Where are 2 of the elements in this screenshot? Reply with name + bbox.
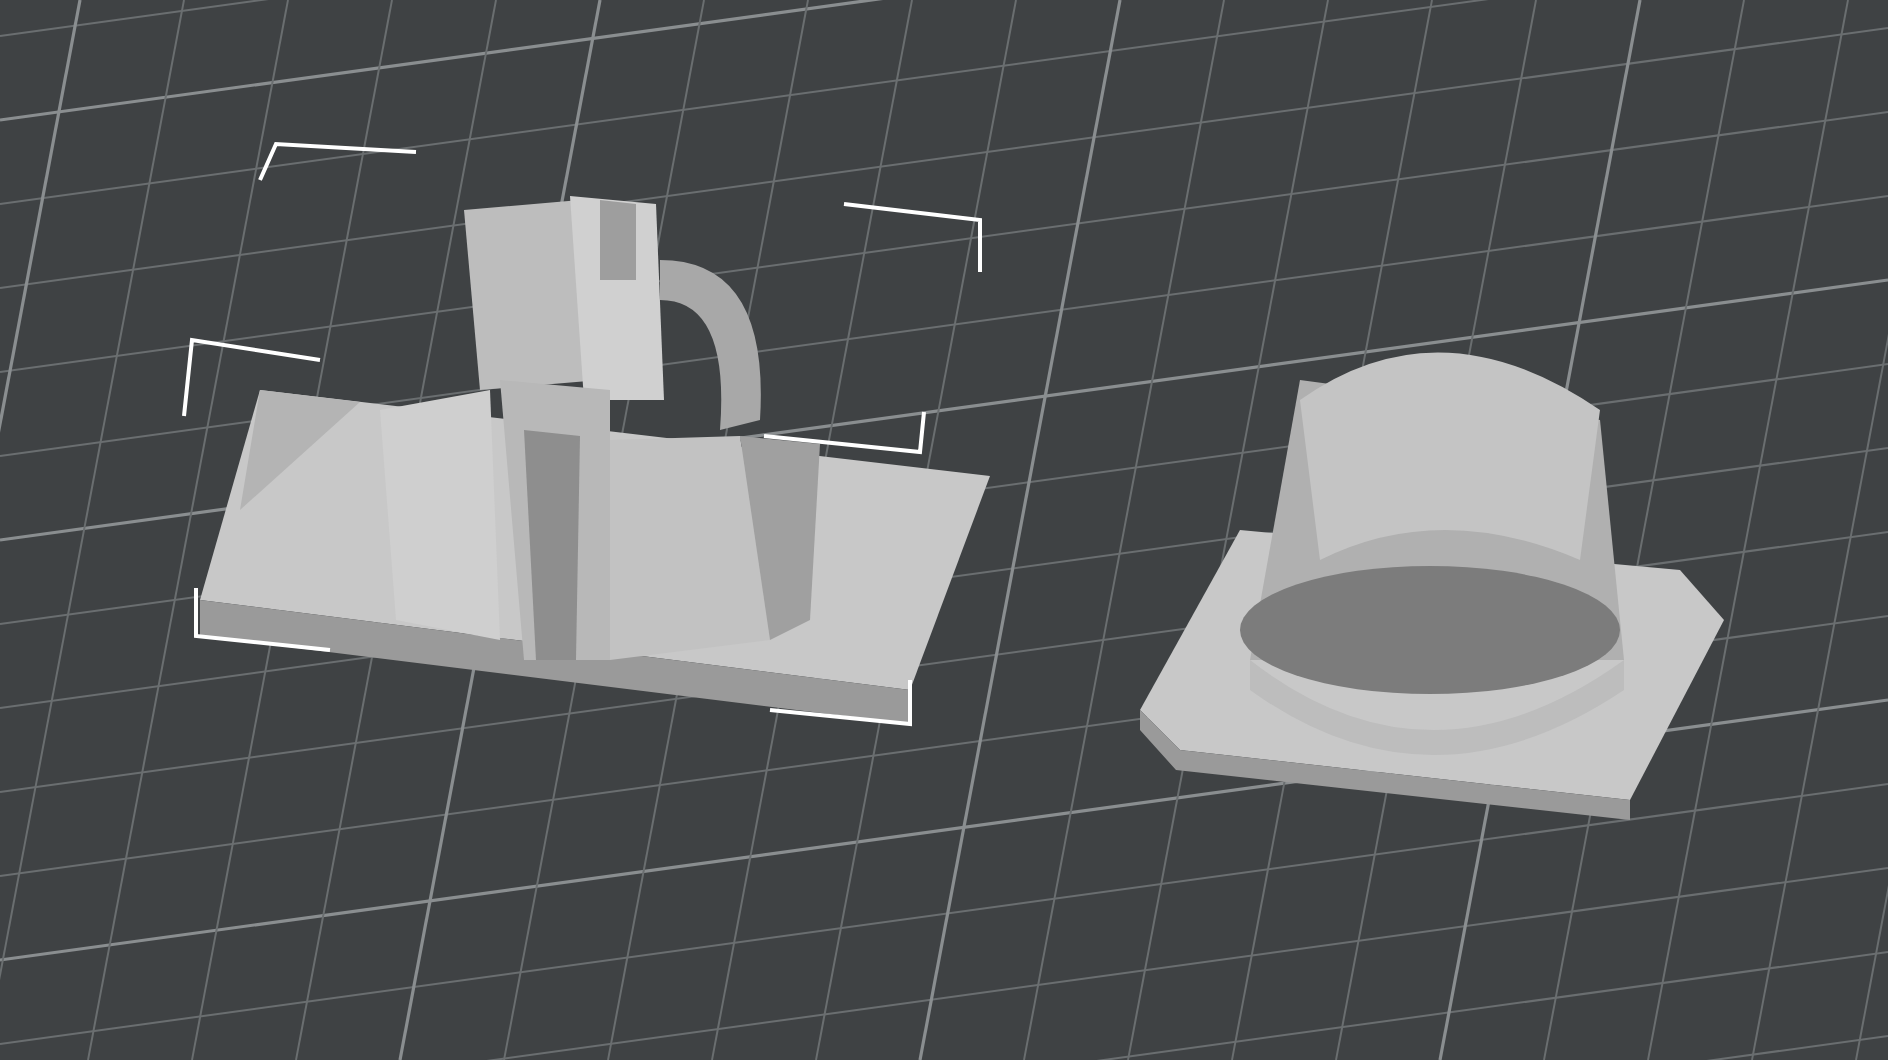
viewport-3d[interactable] xyxy=(0,0,1888,1060)
part-model-drawing[interactable] xyxy=(1140,352,1724,820)
